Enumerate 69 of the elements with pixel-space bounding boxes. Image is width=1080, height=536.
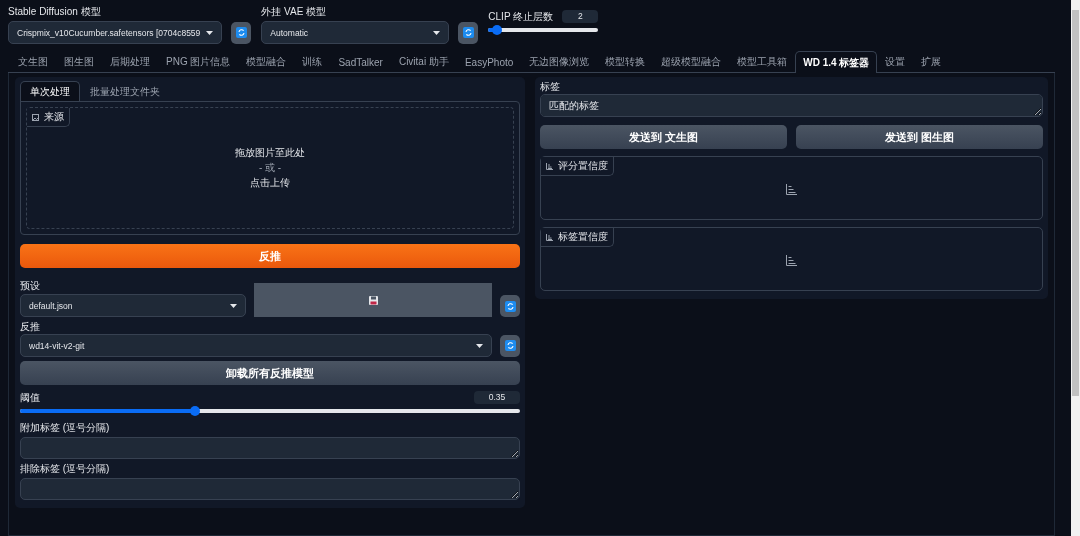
bar-chart-icon xyxy=(786,184,797,195)
number-field[interactable]: 0.35 xyxy=(474,391,520,404)
tab[interactable]: 批量处理文件夹 xyxy=(80,81,170,102)
caret-icon xyxy=(230,303,237,308)
drop-hint: 拖放图片至此处 xyxy=(235,146,305,160)
scrollbar[interactable] xyxy=(1071,0,1080,536)
tab[interactable]: 训练 xyxy=(294,51,331,72)
refresh-icon xyxy=(504,300,516,312)
field-label: 排除标签 (逗号分隔) xyxy=(20,463,111,474)
image-icon xyxy=(32,113,39,121)
tab[interactable]: 后期处理 xyxy=(102,51,158,72)
tab[interactable]: 模型转换 xyxy=(597,51,654,72)
bar-chart-icon xyxy=(546,162,553,170)
upload-hint: 点击上传 xyxy=(250,176,290,190)
field-label: 外挂 VAE 模型 xyxy=(261,6,328,17)
slider[interactable] xyxy=(488,28,599,32)
label-text: 来源 xyxy=(44,110,64,124)
dropdown[interactable]: Automatic xyxy=(261,21,450,44)
field-label: 预设 xyxy=(20,280,41,291)
label-text: 评分置信度 xyxy=(558,159,608,173)
field-label: Stable Diffusion 模型 xyxy=(8,6,102,17)
caret-icon xyxy=(433,30,441,35)
dropdown[interactable]: default.json xyxy=(20,294,246,317)
refresh-icon xyxy=(462,27,474,38)
tab[interactable]: 超级模型融合 xyxy=(653,51,730,72)
dropdown[interactable]: Crispmix_v10Cucumber.safetensors [0704c8559 xyxy=(8,21,223,44)
tab[interactable]: SadTalker xyxy=(330,51,391,72)
caret-icon xyxy=(206,30,214,35)
send-button[interactable]: 发送到 图生图 xyxy=(796,125,1043,149)
refresh-button[interactable] xyxy=(231,21,252,44)
number-field[interactable]: 2 xyxy=(562,10,599,23)
field-label: 反推 xyxy=(20,321,41,332)
tab[interactable]: 文生图 xyxy=(10,51,56,72)
send-button[interactable]: 发送到 文生图 xyxy=(540,125,787,149)
field-label: 标签 xyxy=(540,81,561,92)
tab[interactable]: WD 1.4 标签器 xyxy=(795,51,878,73)
unload-button[interactable]: 卸载所有反推模型 xyxy=(20,361,520,385)
text-field[interactable] xyxy=(20,437,520,459)
drop-hint: - 或 - xyxy=(258,161,282,175)
field-label: 阈值 xyxy=(20,392,40,403)
tab[interactable]: 设置 xyxy=(877,51,914,72)
bar-chart-icon xyxy=(546,233,553,241)
slider-thumb[interactable] xyxy=(492,25,503,35)
slider[interactable] xyxy=(20,409,520,413)
tags-field[interactable]: 匹配的标签 xyxy=(540,94,1043,117)
tab[interactable]: 图生图 xyxy=(56,51,102,72)
refresh-icon xyxy=(504,340,516,351)
field-label: 附加标签 (逗号分隔) xyxy=(20,422,111,433)
tab[interactable]: 模型融合 xyxy=(238,51,295,72)
slider-thumb[interactable] xyxy=(190,406,200,416)
label-text: 标签置信度 xyxy=(558,230,608,244)
tab[interactable]: 单次处理 xyxy=(20,81,80,102)
bar-chart-icon xyxy=(786,255,797,266)
tab[interactable]: Civitai 助手 xyxy=(390,51,457,72)
upload-area[interactable]: 来源 拖放图片至此处 - 或 - 点击上传 xyxy=(26,107,514,229)
text-field[interactable] xyxy=(20,478,520,500)
dropdown[interactable]: wd14-vit-v2-git xyxy=(20,334,492,357)
field-label: CLIP 终止层数 xyxy=(488,11,554,22)
refresh-button[interactable] xyxy=(500,334,520,357)
caret-icon xyxy=(476,343,483,348)
refresh-icon xyxy=(235,27,247,38)
tab[interactable]: 扩展 xyxy=(913,51,950,72)
tab[interactable]: PNG 图片信息 xyxy=(158,51,239,72)
tab[interactable]: 模型工具箱 xyxy=(729,51,796,72)
save-icon xyxy=(368,295,378,305)
tab[interactable]: 无边图像浏览 xyxy=(521,51,598,72)
tab[interactable]: EasyPhoto xyxy=(456,51,522,72)
refresh-button[interactable] xyxy=(500,295,520,317)
refresh-button[interactable] xyxy=(458,21,479,44)
